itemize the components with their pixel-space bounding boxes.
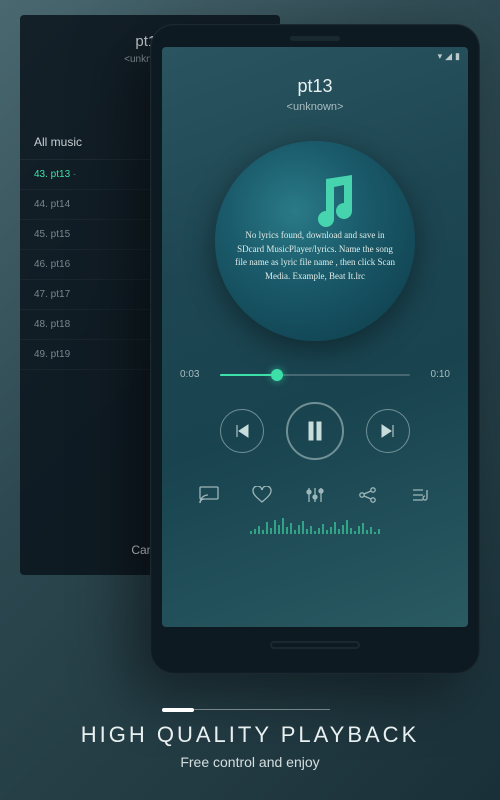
seek-fill (220, 374, 277, 376)
track-title: pt13 (162, 76, 468, 97)
queue-icon[interactable] (410, 484, 432, 506)
promo-sub: Free control and enjoy (0, 754, 500, 770)
playback-controls (162, 402, 468, 460)
lyrics-text: No lyrics found, download and save in SD… (215, 229, 415, 283)
album-art: No lyrics found, download and save in SD… (215, 141, 415, 341)
player-screen: ▾◢▮ pt13 <unknown> No lyrics found, down… (162, 47, 468, 627)
visualizer (162, 516, 468, 534)
action-row (162, 484, 468, 506)
status-bar: ▾◢▮ (162, 47, 468, 66)
seek-track[interactable] (220, 374, 410, 376)
time-elapsed: 0:03 (180, 369, 210, 380)
share-icon[interactable] (357, 484, 379, 506)
divider (170, 709, 330, 710)
music-note-icon (308, 171, 360, 236)
heart-icon[interactable] (251, 484, 273, 506)
previous-button[interactable] (220, 409, 264, 453)
progress-bar[interactable]: 0:03 0:10 (162, 369, 468, 380)
cast-icon[interactable] (198, 484, 220, 506)
track-artist: <unknown> (162, 101, 468, 113)
seek-thumb[interactable] (271, 369, 283, 381)
phone-speaker (290, 36, 340, 41)
promo-block: HIGH QUALITY PLAYBACK Free control and e… (0, 709, 500, 770)
promo-headline: HIGH QUALITY PLAYBACK (0, 722, 500, 748)
phone-frame: ▾◢▮ pt13 <unknown> No lyrics found, down… (150, 24, 480, 674)
equalizer-icon[interactable] (304, 484, 326, 506)
home-button[interactable] (270, 641, 360, 649)
time-duration: 0:10 (420, 369, 450, 380)
pause-button[interactable] (286, 402, 344, 460)
next-button[interactable] (366, 409, 410, 453)
